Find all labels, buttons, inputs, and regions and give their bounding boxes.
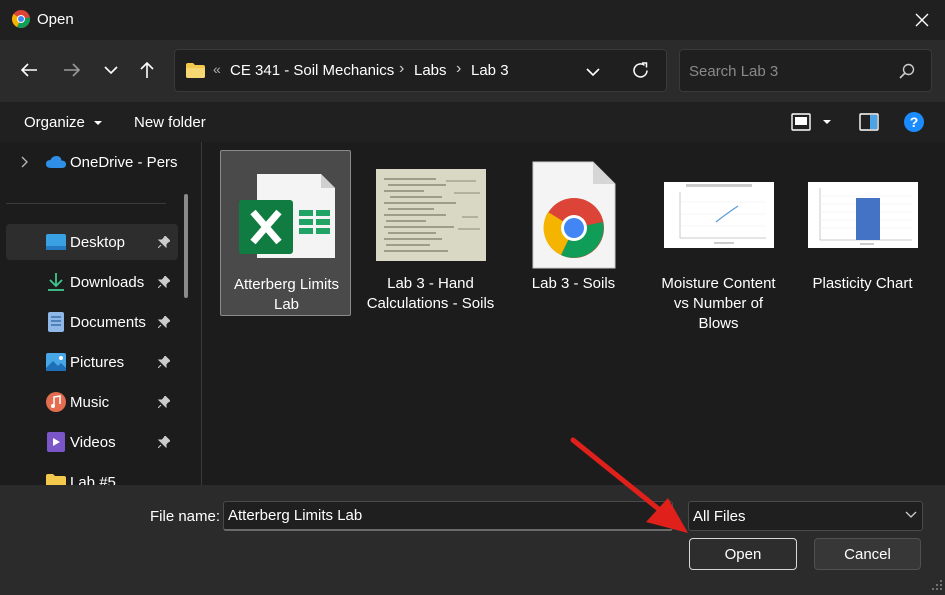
file-name: Lab 3 - Hand Calculations - Soils xyxy=(366,275,495,312)
divider xyxy=(6,203,166,204)
caret-down-icon[interactable] xyxy=(822,119,832,127)
preview-pane-icon[interactable] xyxy=(859,113,879,131)
pictures-icon xyxy=(46,352,66,372)
breadcrumb-separator: › xyxy=(399,60,405,77)
svg-text:?: ? xyxy=(910,114,919,130)
arrow-up-icon xyxy=(140,61,154,78)
sidebar-item-label: Videos xyxy=(70,433,116,451)
chevron-down-icon xyxy=(104,66,118,75)
sidebar-item-desktop[interactable]: Desktop xyxy=(6,224,178,260)
sidebar-item-videos[interactable]: Videos xyxy=(6,424,178,460)
window-title: Open xyxy=(37,11,74,28)
chrome-document-icon xyxy=(508,160,639,270)
file-name-field[interactable] xyxy=(223,501,673,531)
folder-icon xyxy=(186,63,205,78)
close-icon xyxy=(915,13,929,27)
sidebar-item-onedrive[interactable]: OneDrive - Personal xyxy=(6,144,178,180)
desktop-icon xyxy=(46,232,66,252)
cloud-icon xyxy=(46,152,66,172)
sidebar-item-label: Music xyxy=(70,393,110,411)
file-item-atterberg[interactable]: Atterberg Limits Lab xyxy=(220,150,351,316)
navigation-bar: « CE 341 - Soil Mechanics › Labs › Lab 3 xyxy=(0,40,945,102)
sidebar-item-documents[interactable]: Documents xyxy=(6,304,178,340)
back-button[interactable] xyxy=(14,54,44,86)
recent-locations-button[interactable] xyxy=(96,54,126,86)
navigation-pane: OneDrive - Personal Desktop Downloads Do… xyxy=(0,142,195,485)
file-name: Lab 3 - Soils xyxy=(531,275,616,292)
sidebar-item-downloads[interactable]: Downloads xyxy=(6,264,178,300)
folder-icon xyxy=(46,472,66,485)
file-item-moisture-content[interactable]: Moisture Content vs Number of Blows xyxy=(653,150,784,332)
chevron-down-icon xyxy=(905,511,917,518)
sidebar-item-music[interactable]: Music xyxy=(6,384,178,420)
pin-icon[interactable] xyxy=(158,236,170,248)
search-box[interactable] xyxy=(679,49,932,92)
help-icon[interactable]: ? xyxy=(904,112,924,132)
breadcrumb-item[interactable]: CE 341 - Soil Mechanics xyxy=(230,62,394,79)
chevron-down-icon[interactable] xyxy=(586,62,600,82)
forward-button[interactable] xyxy=(57,54,87,86)
file-type-value: All Files xyxy=(693,508,746,525)
command-bar: Organize New folder ? xyxy=(0,102,945,142)
organize-label: Organize xyxy=(24,114,85,131)
search-icon[interactable] xyxy=(899,63,915,79)
arrow-left-icon xyxy=(20,63,37,77)
download-icon xyxy=(46,272,66,292)
title-bar: Open xyxy=(0,0,945,40)
file-list: Atterberg Limits Lab Lab 3 - Hand Calcul… xyxy=(202,142,945,485)
breadcrumb-overflow[interactable]: « xyxy=(213,61,221,77)
refresh-icon[interactable] xyxy=(631,61,650,80)
sidebar-item-label: Downloads xyxy=(70,273,145,291)
sidebar-item-label: Documents xyxy=(70,313,146,331)
arrow-right-icon xyxy=(64,63,81,77)
file-name-label: File name: xyxy=(150,508,221,525)
file-name: Plasticity Chart xyxy=(812,275,913,292)
pin-icon[interactable] xyxy=(158,436,170,448)
sidebar-item-label: OneDrive - Personal xyxy=(70,153,178,171)
view-mode-icon[interactable] xyxy=(791,113,811,131)
caret-down-icon xyxy=(94,121,103,126)
image-thumbnail xyxy=(797,160,928,270)
file-item-plasticity-chart[interactable]: Plasticity Chart xyxy=(797,150,928,316)
pin-icon[interactable] xyxy=(158,316,170,328)
pin-icon[interactable] xyxy=(158,276,170,288)
sidebar-scrollbar[interactable] xyxy=(184,194,188,298)
file-name: Moisture Content vs Number of Blows xyxy=(661,275,776,332)
address-bar[interactable]: « CE 341 - Soil Mechanics › Labs › Lab 3 xyxy=(174,49,667,92)
music-icon xyxy=(46,392,66,412)
pin-icon[interactable] xyxy=(158,396,170,408)
sidebar-item-lab5[interactable]: Lab #5 xyxy=(6,464,178,485)
image-thumbnail xyxy=(365,160,496,270)
chrome-icon xyxy=(12,10,30,28)
resize-grip-icon[interactable] xyxy=(929,577,943,591)
organize-button[interactable]: Organize xyxy=(24,114,103,131)
breadcrumb-separator: › xyxy=(456,60,462,77)
sidebar-item-label: Desktop xyxy=(70,233,126,251)
sidebar-item-label: Pictures xyxy=(70,353,125,371)
sidebar-item-label: Lab #5 xyxy=(70,473,116,486)
file-type-select[interactable]: All Files xyxy=(688,501,923,531)
video-icon xyxy=(46,432,66,452)
open-button[interactable]: Open xyxy=(689,538,797,570)
up-button[interactable] xyxy=(132,54,162,86)
document-icon xyxy=(46,312,66,332)
close-button[interactable] xyxy=(906,4,938,36)
file-name: Atterberg Limits Lab xyxy=(233,276,340,313)
search-input[interactable] xyxy=(689,61,889,81)
excel-file-icon xyxy=(221,161,352,271)
sidebar-item-pictures[interactable]: Pictures xyxy=(6,344,178,380)
file-item-lab3-soils[interactable]: Lab 3 - Soils xyxy=(508,150,639,316)
chevron-right-icon[interactable] xyxy=(20,156,28,168)
file-item-hand-calculations[interactable]: Lab 3 - Hand Calculations - Soils xyxy=(365,150,496,316)
breadcrumb-item[interactable]: Labs xyxy=(414,62,447,79)
cancel-button[interactable]: Cancel xyxy=(814,538,921,570)
new-folder-button[interactable]: New folder xyxy=(134,114,206,131)
breadcrumb-item[interactable]: Lab 3 xyxy=(471,62,509,79)
pin-icon[interactable] xyxy=(158,356,170,368)
dialog-footer: File name: All Files Open Cancel xyxy=(0,485,945,595)
image-thumbnail xyxy=(653,160,784,270)
